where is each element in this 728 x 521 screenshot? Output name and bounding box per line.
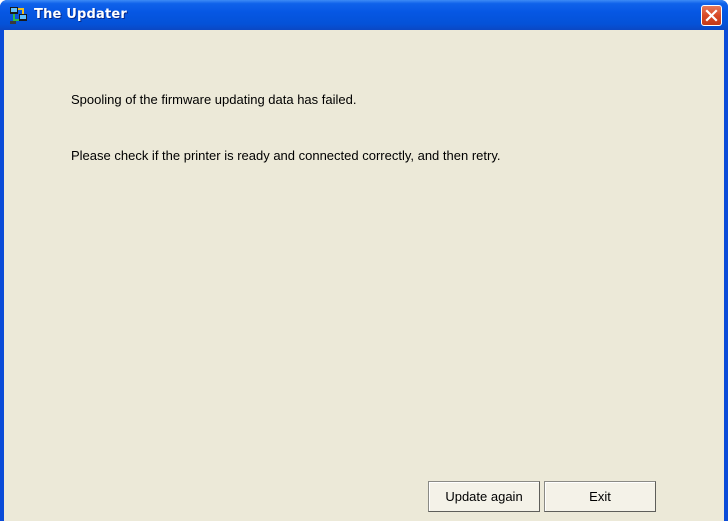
window-title: The Updater	[34, 7, 128, 22]
updater-app-icon	[10, 7, 27, 24]
close-icon	[705, 9, 718, 22]
update-again-button[interactable]: Update again	[428, 481, 540, 512]
dialog-body: Spooling of the firmware updating data h…	[4, 30, 724, 521]
title-bar[interactable]: The Updater	[0, 0, 728, 30]
error-message: Spooling of the firmware updating data h…	[71, 92, 357, 107]
exit-button[interactable]: Exit	[544, 481, 656, 512]
close-button[interactable]	[701, 5, 722, 26]
updater-window: The Updater Spooling of the firmware upd…	[0, 0, 728, 521]
instruction-message: Please check if the printer is ready and…	[71, 148, 501, 163]
